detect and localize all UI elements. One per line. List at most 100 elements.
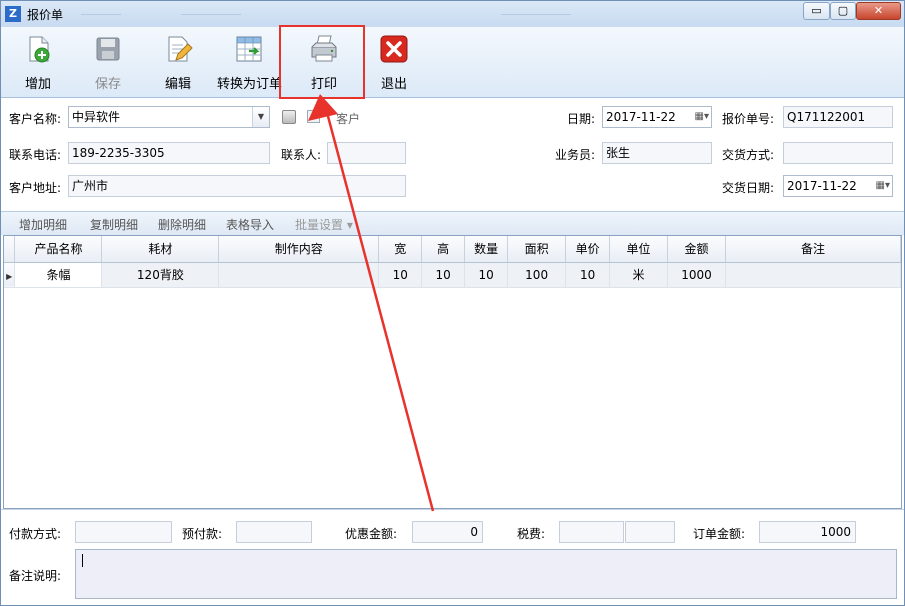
cell-width[interactable]: 10 (378, 262, 423, 288)
save-button[interactable]: 保存 (85, 30, 131, 94)
edit-button[interactable]: 编辑 (155, 30, 201, 94)
row-selector[interactable]: ▶ (4, 262, 16, 288)
prepay-field[interactable] (236, 521, 312, 543)
column-header[interactable]: 产品名称 (14, 236, 103, 263)
delete-detail-button[interactable]: 删除明细 (158, 216, 206, 233)
text-caret (82, 554, 83, 567)
calendar-icon[interactable]: ▦▾ (868, 178, 890, 194)
title-bar-background-line (501, 14, 571, 15)
column-header[interactable]: 数量 (464, 236, 509, 263)
tax-amount-field[interactable] (625, 521, 675, 543)
phone-field[interactable]: 189-2235-3305 (68, 142, 270, 164)
edit-button-label: 编辑 (164, 77, 191, 92)
payment-method-field[interactable] (75, 521, 172, 543)
cell-unit-price[interactable]: 10 (565, 262, 611, 288)
table-header-row: 产品名称 耗材 制作内容 宽 高 数量 面积 单价 单位 金额 备注 (4, 236, 901, 263)
column-header[interactable]: 面积 (507, 236, 567, 263)
convert-to-order-icon (236, 36, 262, 62)
quote-window: Z 报价单 ▭ ▢ ✕ 增加 保存 编辑 转换为订单 打印 退出 客户名称: 中… (0, 0, 905, 606)
exit-icon (380, 35, 408, 63)
order-amount-label: 订单金额: (693, 527, 746, 541)
add-button-label: 增加 (24, 77, 51, 92)
table-row[interactable]: ▶ 条幅 120背胶 10 10 10 100 10 米 1000 (4, 262, 901, 288)
discount-field[interactable]: 0 (412, 521, 483, 543)
salesperson-field[interactable]: 张生 (602, 142, 712, 164)
new-customer-checkbox[interactable]: ✓ (307, 110, 320, 123)
cell-product[interactable]: 条幅 (14, 262, 103, 288)
new-customer-label: 客户 (336, 112, 361, 126)
customer-name-value: 中异软件 (72, 110, 121, 124)
customer-name-dropdown[interactable]: 中异软件 ▼ (68, 106, 270, 128)
column-header[interactable]: 宽 (378, 236, 423, 263)
cell-unit[interactable]: 米 (609, 262, 669, 288)
column-header[interactable]: 高 (421, 236, 466, 263)
delivery-date-value: 2017-11-22 (787, 179, 857, 193)
detail-table: 产品名称 耗材 制作内容 宽 高 数量 面积 单价 单位 金额 备注 ▶ 条幅 (4, 236, 901, 288)
window-title: 报价单 (27, 8, 64, 22)
footer-panel: 付款方式: 预付款: 优惠金额: 0 税费: 订单金额: 1000 备注说明: (1, 509, 904, 605)
column-header[interactable]: 单价 (565, 236, 611, 263)
delivery-method-field[interactable] (783, 142, 893, 164)
tax-rate-field[interactable] (559, 521, 624, 543)
cell-quantity[interactable]: 10 (464, 262, 509, 288)
add-detail-button[interactable]: 增加明细 (19, 216, 67, 233)
date-label: 日期: (567, 112, 596, 126)
payment-method-label: 付款方式: (9, 527, 62, 541)
quote-no-label: 报价单号: (722, 112, 775, 126)
main-toolbar: 增加 保存 编辑 转换为订单 打印 退出 (1, 27, 904, 98)
cell-remark[interactable] (725, 262, 901, 288)
import-table-button[interactable]: 表格导入 (226, 216, 274, 233)
customer-lookup-icon[interactable] (282, 110, 296, 124)
add-button[interactable]: 增加 (15, 30, 61, 94)
cell-area[interactable]: 100 (507, 262, 567, 288)
quote-no-field[interactable]: Q171122001 (783, 106, 893, 128)
prepay-label: 预付款: (182, 527, 223, 541)
row-pointer-icon: ▶ (6, 271, 13, 281)
convert-to-order-label: 转换为订单 (217, 77, 283, 92)
cell-amount[interactable]: 1000 (667, 262, 726, 288)
convert-to-order-button[interactable]: 转换为订单 (217, 30, 283, 94)
batch-settings-button[interactable]: 批量设置 ▾ (295, 216, 353, 233)
copy-detail-button[interactable]: 复制明细 (90, 216, 138, 233)
column-header[interactable]: 耗材 (101, 236, 220, 263)
cell-material[interactable]: 120背胶 (101, 262, 220, 288)
phone-label: 联系电话: (9, 148, 62, 162)
salesperson-label: 业务员: (555, 148, 596, 162)
title-bar-background-line (81, 14, 121, 15)
calendar-icon[interactable]: ▦▾ (687, 109, 709, 125)
remark-textarea[interactable] (75, 549, 897, 599)
maximize-button[interactable]: ▢ (830, 2, 856, 20)
app-logo-icon: Z (5, 6, 21, 22)
tax-label: 税费: (517, 527, 546, 541)
title-bar-background-line (181, 14, 241, 15)
minimize-button[interactable]: ▭ (803, 2, 830, 20)
cell-height[interactable]: 10 (421, 262, 466, 288)
address-field[interactable]: 广州市 (68, 175, 406, 197)
edit-document-icon (168, 36, 193, 62)
close-button[interactable]: ✕ (856, 2, 901, 20)
delivery-method-label: 交货方式: (722, 148, 775, 162)
column-header[interactable]: 金额 (667, 236, 726, 263)
date-value: 2017-11-22 (606, 110, 676, 124)
address-label: 客户地址: (9, 181, 62, 195)
date-picker[interactable]: 2017-11-22 ▦▾ (602, 106, 712, 128)
add-document-icon (29, 36, 50, 63)
contact-label: 联系人: (281, 148, 322, 162)
delivery-date-picker[interactable]: 2017-11-22 ▦▾ (783, 175, 893, 197)
save-icon (96, 37, 120, 61)
column-header[interactable]: 备注 (725, 236, 901, 263)
column-header[interactable]: 制作内容 (218, 236, 380, 263)
save-button-label: 保存 (94, 77, 121, 92)
title-bar: Z 报价单 ▭ ▢ ✕ (1, 1, 904, 27)
column-header[interactable]: 单位 (609, 236, 669, 263)
exit-button[interactable]: 退出 (371, 30, 417, 94)
exit-button-label: 退出 (380, 77, 407, 92)
print-highlight-box (279, 25, 365, 99)
detail-toolbar: 增加明细 复制明细 删除明细 表格导入 批量设置 ▾ (1, 211, 904, 235)
delivery-date-label: 交货日期: (722, 181, 775, 195)
chevron-down-icon[interactable]: ▼ (252, 107, 269, 127)
order-amount-field[interactable]: 1000 (759, 521, 856, 543)
discount-label: 优惠金额: (345, 527, 398, 541)
contact-field[interactable] (327, 142, 406, 164)
cell-content[interactable] (218, 262, 380, 288)
